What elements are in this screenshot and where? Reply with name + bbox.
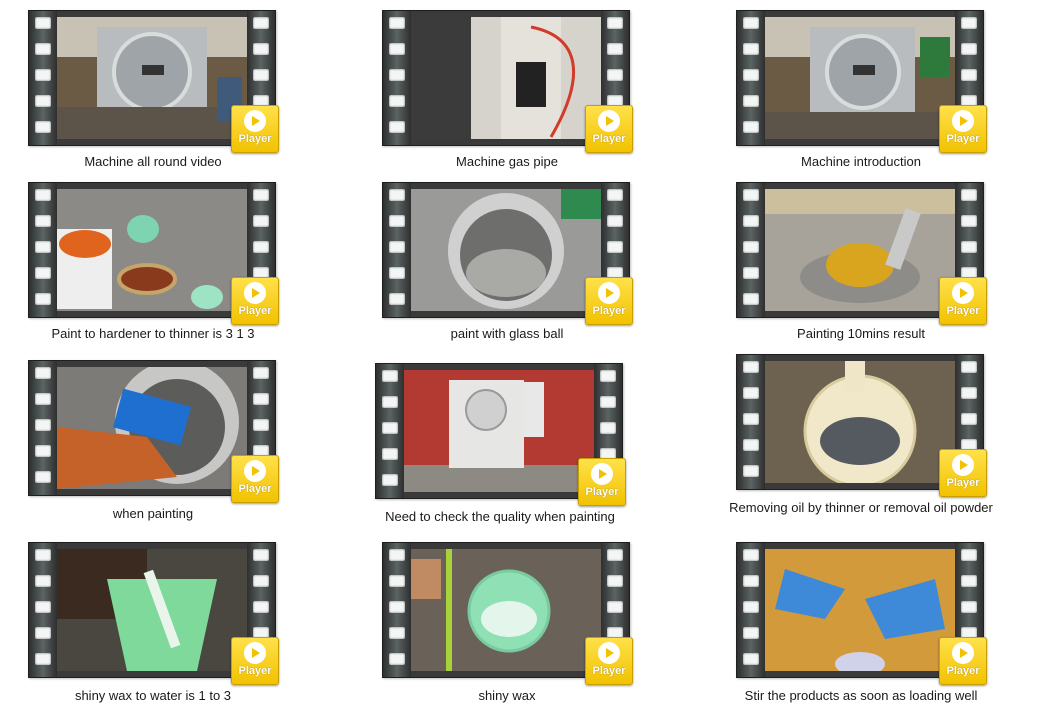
film-strip-left	[383, 11, 411, 145]
film-strip-left	[29, 361, 57, 495]
player-label: Player	[946, 477, 980, 489]
video-thumbnail[interactable]: Player	[382, 10, 633, 153]
play-icon	[244, 460, 266, 482]
film-strip-left	[737, 11, 765, 145]
player-label: Player	[592, 133, 626, 145]
video-caption[interactable]: paint with glass ball	[372, 325, 642, 342]
video-caption[interactable]: when painting	[18, 505, 288, 522]
video-frame	[57, 367, 247, 489]
play-icon	[244, 282, 266, 304]
video-thumbnail[interactable]: Player	[375, 363, 626, 506]
video-caption[interactable]: shiny wax	[372, 687, 642, 704]
video-frame	[57, 17, 247, 139]
player-button[interactable]: Player	[585, 105, 633, 153]
video-thumbnail[interactable]: Player	[382, 182, 633, 325]
video-thumbnail[interactable]: Player	[736, 542, 987, 685]
video-caption[interactable]: Stir the products as soon as loading wel…	[726, 687, 996, 704]
play-icon	[591, 463, 613, 485]
video-thumbnail[interactable]: Player	[28, 10, 279, 153]
video-thumbnail[interactable]: Player	[736, 10, 987, 153]
player-label: Player	[238, 305, 272, 317]
video-caption[interactable]: Paint to hardener to thinner is 3 1 3	[18, 325, 288, 342]
film-strip-left	[383, 543, 411, 677]
player-label: Player	[592, 305, 626, 317]
player-label: Player	[585, 486, 619, 498]
player-button[interactable]: Player	[585, 637, 633, 685]
video-frame	[765, 361, 955, 483]
play-icon	[952, 454, 974, 476]
video-frame	[765, 17, 955, 139]
play-icon	[952, 110, 974, 132]
video-frame	[57, 549, 247, 671]
video-thumbnail[interactable]: Player	[28, 542, 279, 685]
film-strip-left	[29, 183, 57, 317]
video-frame	[57, 189, 247, 311]
video-thumbnail[interactable]: Player	[28, 360, 279, 503]
player-label: Player	[946, 665, 980, 677]
film-strip-left	[383, 183, 411, 317]
player-label: Player	[592, 665, 626, 677]
play-icon	[952, 282, 974, 304]
video-caption[interactable]: Machine all round video	[18, 153, 288, 170]
video-frame	[411, 549, 601, 671]
video-caption[interactable]: Painting 10mins result	[726, 325, 996, 342]
play-icon	[598, 282, 620, 304]
video-caption[interactable]: shiny wax to water is 1 to 3	[18, 687, 288, 704]
play-icon	[598, 110, 620, 132]
play-icon	[598, 642, 620, 664]
player-button[interactable]: Player	[939, 277, 987, 325]
video-frame	[411, 17, 601, 139]
player-button[interactable]: Player	[231, 277, 279, 325]
video-caption[interactable]: Machine introduction	[726, 153, 996, 170]
video-frame	[765, 549, 955, 671]
player-label: Player	[238, 665, 272, 677]
play-icon	[952, 642, 974, 664]
player-button[interactable]: Player	[939, 637, 987, 685]
video-thumbnail[interactable]: Player	[736, 182, 987, 325]
film-strip-left	[29, 543, 57, 677]
film-strip-left	[737, 355, 765, 489]
film-strip-left	[376, 364, 404, 498]
video-caption[interactable]: Removing oil by thinner or removal oil p…	[726, 499, 996, 516]
player-label: Player	[238, 483, 272, 495]
video-frame	[411, 189, 601, 311]
film-strip-left	[737, 183, 765, 317]
video-frame	[765, 189, 955, 311]
play-icon	[244, 110, 266, 132]
player-button[interactable]: Player	[231, 105, 279, 153]
video-caption[interactable]: Need to check the quality when painting	[365, 508, 635, 525]
player-button[interactable]: Player	[939, 105, 987, 153]
video-thumbnail[interactable]: Player	[382, 542, 633, 685]
video-thumbnail[interactable]: Player	[736, 354, 987, 497]
video-frame	[404, 370, 594, 492]
player-button[interactable]: Player	[231, 637, 279, 685]
player-button[interactable]: Player	[939, 449, 987, 497]
player-button[interactable]: Player	[231, 455, 279, 503]
film-strip-left	[29, 11, 57, 145]
player-label: Player	[946, 133, 980, 145]
player-button[interactable]: Player	[578, 458, 626, 506]
player-label: Player	[946, 305, 980, 317]
video-thumbnail[interactable]: Player	[28, 182, 279, 325]
film-strip-left	[737, 543, 765, 677]
player-label: Player	[238, 133, 272, 145]
video-caption[interactable]: Machine gas pipe	[372, 153, 642, 170]
play-icon	[244, 642, 266, 664]
player-button[interactable]: Player	[585, 277, 633, 325]
